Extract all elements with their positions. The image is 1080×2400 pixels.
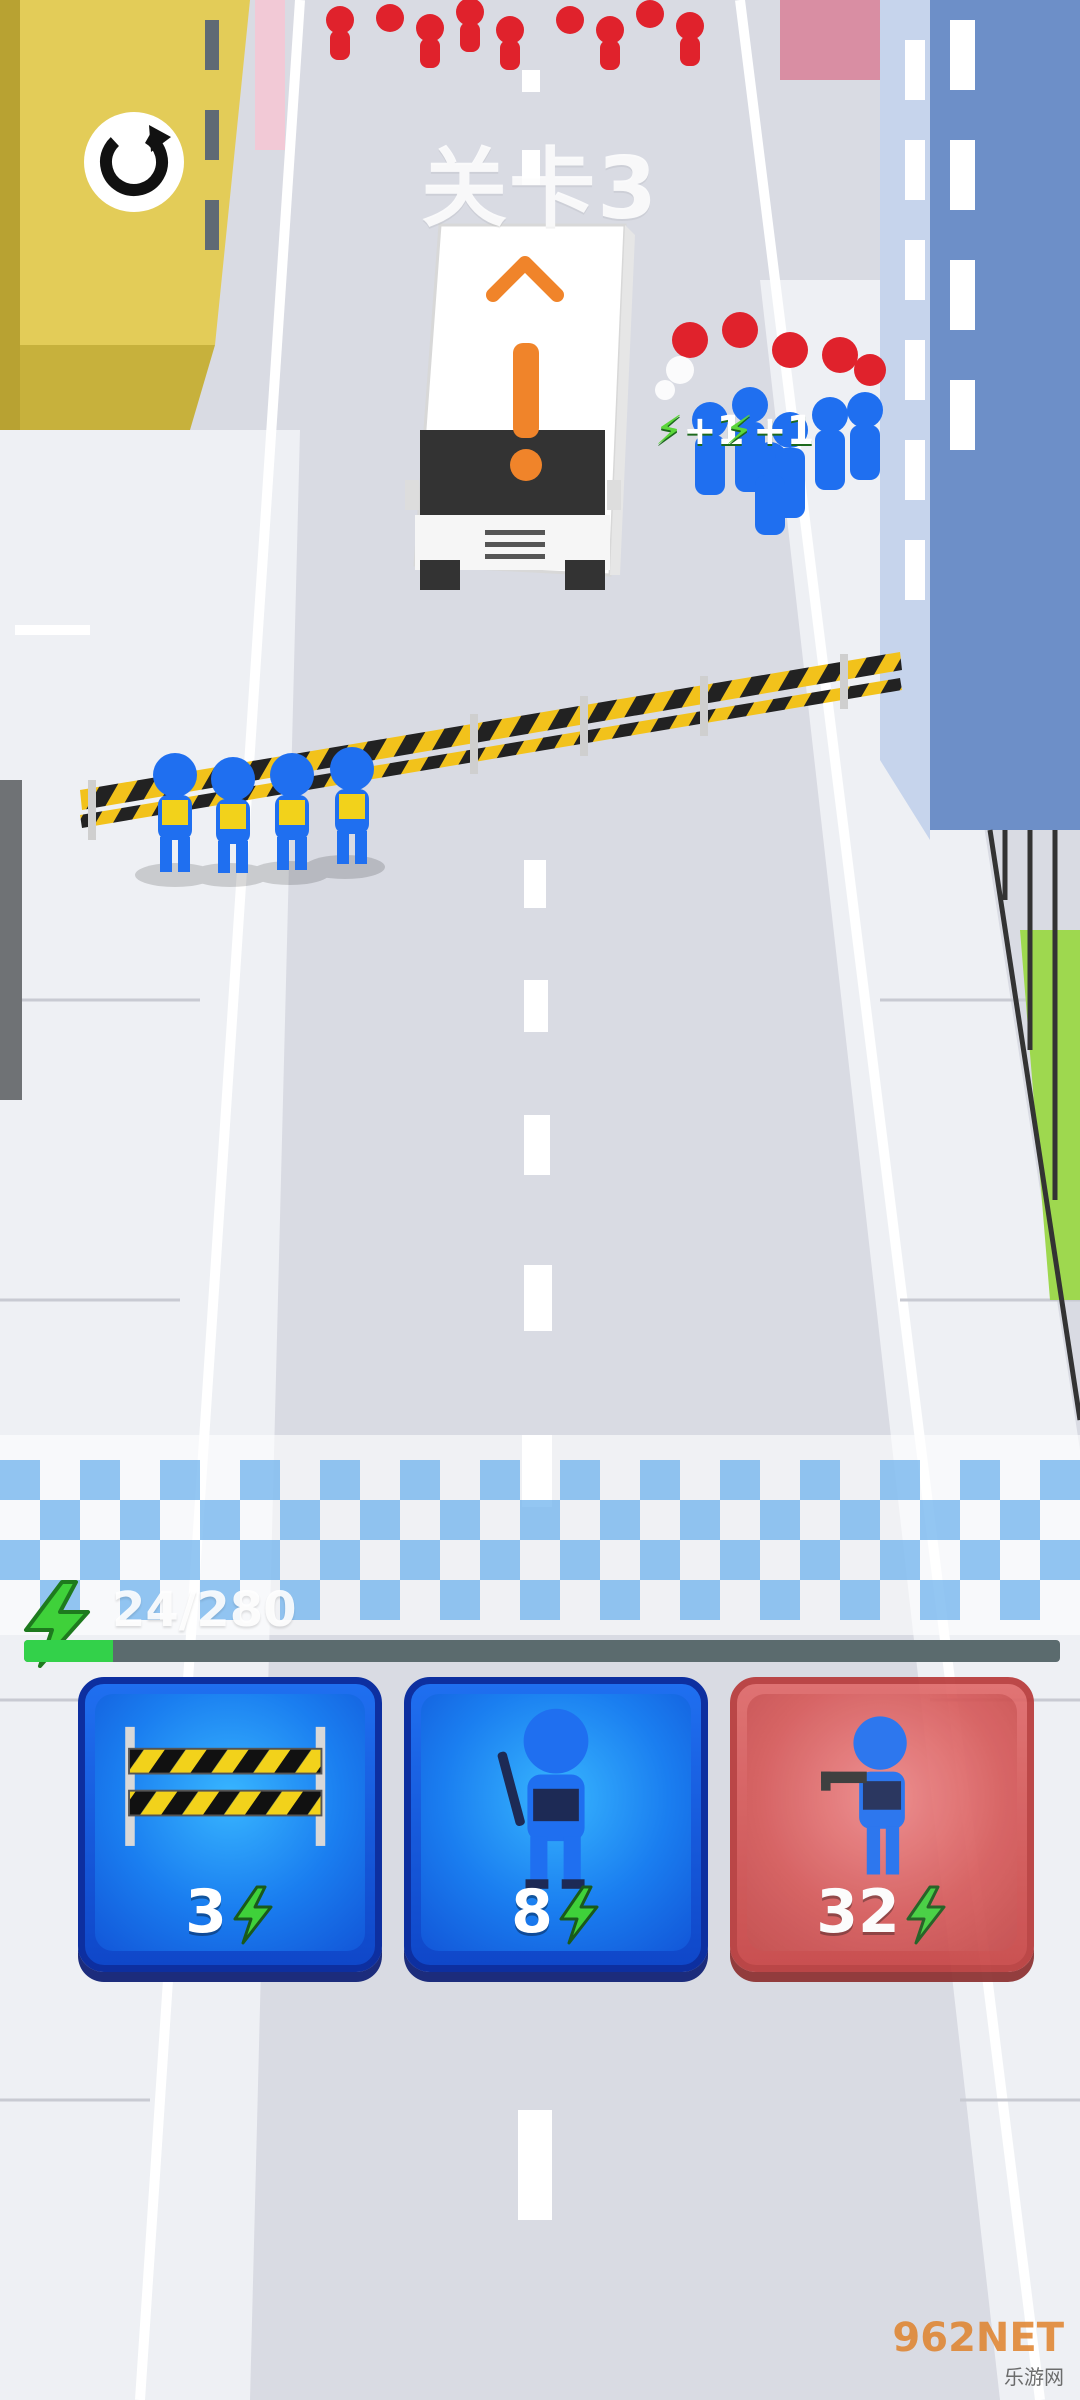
card-cost: 32 xyxy=(737,1877,1027,1947)
card-cost-value: 8 xyxy=(511,1877,553,1947)
card-cost: 3 xyxy=(85,1877,375,1947)
baton-police-card[interactable]: 8 xyxy=(404,1677,708,1972)
energy-counter: 24/280 xyxy=(112,1582,297,1638)
energy-bar xyxy=(24,1640,1060,1662)
bus-obstacle xyxy=(405,223,635,590)
ally-barrier-police xyxy=(135,747,385,887)
barrier-card[interactable]: 3 xyxy=(78,1677,382,1972)
enemy-crowd xyxy=(326,0,704,70)
game-stage: ⚡+1 ⚡+1 关卡3 24/280 3 8 32 962NET 乐游网 xyxy=(0,0,1080,2400)
watermark-brand: 962NET xyxy=(892,2315,1064,2361)
watermark: 962NET 乐游网 xyxy=(892,2315,1064,2390)
card-cost: 8 xyxy=(411,1877,701,1947)
level-title: 关卡3 xyxy=(421,139,659,239)
card-cost-value: 3 xyxy=(185,1877,227,1947)
gun-police-card[interactable]: 32 xyxy=(730,1677,1034,1972)
floating-reward-2: ⚡+1 xyxy=(725,408,815,454)
energy-bar-fill xyxy=(24,1640,113,1662)
lightning-icon xyxy=(559,1885,599,1945)
lightning-icon xyxy=(906,1885,946,1945)
lightning-icon xyxy=(233,1885,273,1945)
watermark-sub: 乐游网 xyxy=(1004,2365,1064,2389)
card-cost-value: 32 xyxy=(816,1877,900,1947)
